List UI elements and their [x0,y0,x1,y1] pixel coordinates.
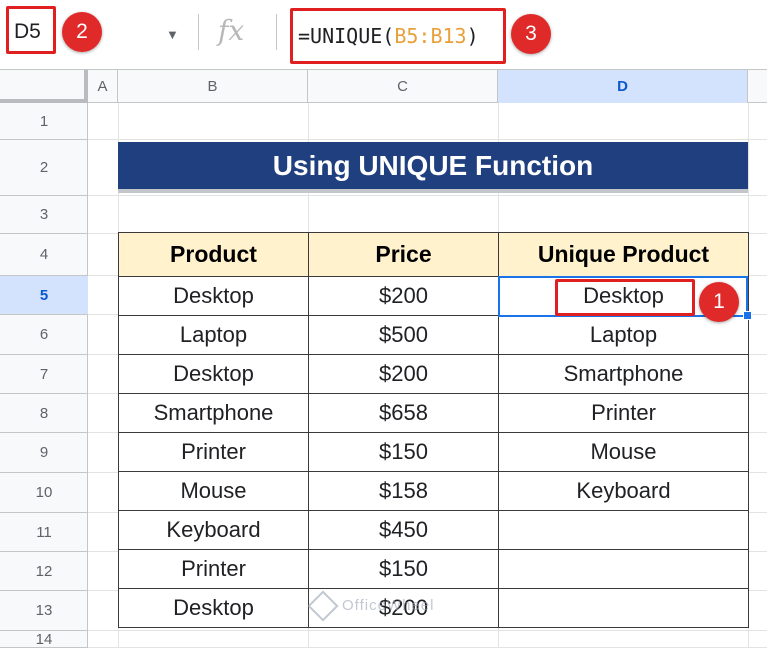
row-header-5[interactable]: 5 [0,276,88,315]
sheet-grid[interactable]: Using UNIQUE Function Product Price Uniq… [88,103,767,648]
cell-product[interactable]: Printer [118,549,309,589]
cell-unique-product[interactable]: Printer [498,393,749,433]
row-header-2[interactable]: 2 [0,140,88,196]
row-header-12[interactable]: 12 [0,552,88,591]
table-row: Laptop $500 Laptop [118,315,749,355]
row-header-11[interactable]: 11 [0,513,88,552]
cell-price[interactable]: $200 [308,276,499,316]
row-header-8[interactable]: 8 [0,394,88,433]
chevron-down-icon[interactable]: ▼ [166,27,179,42]
table-row: Desktop $200 Smartphone [118,354,749,394]
name-box-highlight [6,6,56,54]
row-header-1[interactable]: 1 [0,103,88,140]
cell-unique-product[interactable]: Mouse [498,432,749,472]
cell-unique-product[interactable]: Smartphone [498,354,749,394]
cell-product[interactable]: Laptop [118,315,309,355]
row-header-bar: 1 2 3 4 5 6 7 8 9 10 11 12 13 14 [0,103,88,648]
cell-price[interactable]: $158 [308,471,499,511]
row-header-13[interactable]: 13 [0,591,88,631]
row-header-10[interactable]: 10 [0,473,88,513]
result-cell-highlight [555,279,695,316]
formula-bar: D5 ▼ 2 fx =UNIQUE(B5:B13) 3 [0,0,767,70]
column-header-bar: ABCD [0,70,767,103]
cell-unique-product[interactable]: Keyboard [498,471,749,511]
cell-product[interactable]: Mouse [118,471,309,511]
gridline [88,195,767,196]
header-unique-product[interactable]: Unique Product [498,232,749,277]
cell-price[interactable]: $658 [308,393,499,433]
cell-price[interactable]: $500 [308,315,499,355]
cell-unique-product[interactable] [498,549,749,589]
cell-price[interactable]: $150 [308,549,499,589]
row-header-4[interactable]: 4 [0,234,88,276]
cell-product[interactable]: Desktop [118,588,309,628]
title-banner[interactable]: Using UNIQUE Function [118,142,748,193]
step-badge-3: 3 [511,14,551,54]
table-row: Mouse $158 Keyboard [118,471,749,511]
table-row: Printer $150 [118,549,749,589]
watermark: OfficeWheel [307,590,435,622]
column-header-a[interactable]: A [88,70,118,103]
select-all-corner[interactable] [0,70,88,103]
cell-product[interactable]: Keyboard [118,510,309,550]
cell-unique-product[interactable] [498,510,749,550]
cell-product[interactable]: Desktop [118,354,309,394]
column-header-c[interactable]: C [308,70,498,103]
header-price[interactable]: Price [308,232,499,277]
cell-price[interactable]: $450 [308,510,499,550]
step-badge-1: 1 [699,282,739,322]
gridline [88,630,767,631]
table-header-row: Product Price Unique Product [118,232,749,277]
table-row: Smartphone $658 Printer [118,393,749,433]
table-row: Printer $150 Mouse [118,432,749,472]
cell-price[interactable]: $150 [308,432,499,472]
column-header-b[interactable]: B [118,70,308,103]
table-row: Keyboard $450 [118,510,749,550]
row-header-14[interactable]: 14 [0,631,88,648]
table-body: Desktop $200 Desktop Laptop $500 Laptop Deskto… [118,276,749,628]
cell-product[interactable]: Desktop [118,276,309,316]
row-header-7[interactable]: 7 [0,355,88,394]
step-badge-2: 2 [62,12,102,52]
gridline [88,139,767,140]
row-header-6[interactable]: 6 [0,315,88,355]
fx-icon: fx [218,14,245,47]
fx-divider [276,14,277,50]
row-header-9[interactable]: 9 [0,433,88,473]
cell-price[interactable]: $200 [308,354,499,394]
diamond-logo-icon [307,590,339,622]
formula-highlight [290,8,506,64]
row-header-3[interactable]: 3 [0,196,88,234]
cell-unique-product[interactable] [498,588,749,628]
column-header-d[interactable]: D [498,70,748,103]
cell-product[interactable]: Printer [118,432,309,472]
fill-handle[interactable] [743,311,752,320]
header-product[interactable]: Product [118,232,309,277]
cell-unique-product[interactable]: Laptop [498,315,749,355]
watermark-text: OfficeWheel [342,596,435,614]
cell-product[interactable]: Smartphone [118,393,309,433]
name-box-divider [198,14,199,50]
